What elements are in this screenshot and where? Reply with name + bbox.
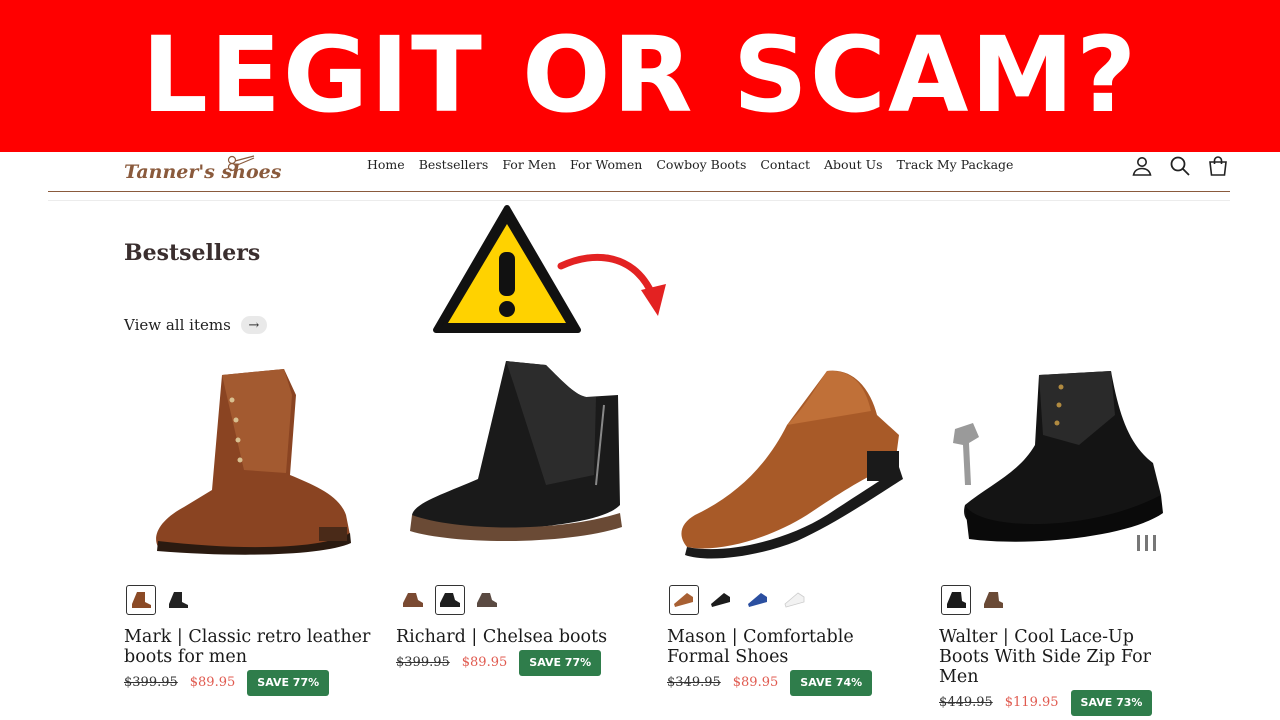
header-divider xyxy=(48,200,1230,201)
title-banner: LEGIT OR SCAM? xyxy=(0,0,1280,152)
banner-title: LEGIT OR SCAM? xyxy=(141,14,1139,136)
swatch-white[interactable] xyxy=(780,585,810,615)
discount-badge: SAVE 77% xyxy=(247,670,330,696)
sale-price: $119.95 xyxy=(1004,695,1059,710)
nav-for-men[interactable]: For Men xyxy=(502,157,556,172)
color-swatches xyxy=(941,585,1008,615)
original-price: $349.95 xyxy=(667,675,721,690)
view-all-link[interactable]: View all items → xyxy=(124,316,267,334)
swatch-black[interactable] xyxy=(163,585,193,615)
product-card[interactable]: Mason | Comfortable Formal Shoes $349.95… xyxy=(667,355,917,696)
price-row: $399.95 $89.95 SAVE 77% xyxy=(396,650,646,676)
product-card[interactable]: Richard | Chelsea boots $399.95 $89.95 S… xyxy=(396,355,646,676)
price-row: $449.95 $119.95 SAVE 73% xyxy=(939,690,1189,716)
product-image[interactable] xyxy=(939,355,1189,575)
nav-home[interactable]: Home xyxy=(367,157,405,172)
red-arrow-icon xyxy=(557,253,666,316)
swatch-black[interactable] xyxy=(435,585,465,615)
swatch-black[interactable] xyxy=(706,585,736,615)
section-title: Bestsellers xyxy=(124,240,261,266)
swatch-brown[interactable] xyxy=(398,585,428,615)
view-all-label: View all items xyxy=(124,316,231,334)
product-image[interactable] xyxy=(396,355,646,575)
main-nav: Home Bestsellers For Men For Women Cowbo… xyxy=(367,157,1013,172)
nav-bestsellers[interactable]: Bestsellers xyxy=(419,157,489,172)
arrow-right-icon[interactable]: → xyxy=(240,316,267,334)
nav-about-us[interactable]: About Us xyxy=(824,157,883,172)
original-price: $449.95 xyxy=(939,695,993,710)
nav-track-my-package[interactable]: Track My Package xyxy=(897,157,1014,172)
product-title[interactable]: Walter | Cool Lace-Up Boots With Side Zi… xyxy=(939,627,1189,687)
scissors-logo-icon xyxy=(227,155,255,172)
header-icons xyxy=(1130,154,1230,178)
product-image[interactable] xyxy=(667,355,917,575)
swatch-brown[interactable] xyxy=(126,585,156,615)
product-title[interactable]: Mason | Comfortable Formal Shoes xyxy=(667,627,917,667)
color-swatches xyxy=(669,585,810,615)
account-icon[interactable] xyxy=(1130,154,1154,178)
product-info: Richard | Chelsea boots $399.95 $89.95 S… xyxy=(396,627,646,676)
search-icon[interactable] xyxy=(1168,154,1192,178)
product-title[interactable]: Richard | Chelsea boots xyxy=(396,627,646,647)
discount-badge: SAVE 73% xyxy=(1070,690,1153,716)
sale-price: $89.95 xyxy=(461,655,508,670)
price-row: $349.95 $89.95 SAVE 74% xyxy=(667,670,917,696)
product-info: Mark | Classic retro leather boots for m… xyxy=(124,627,374,696)
product-title[interactable]: Mark | Classic retro leather boots for m… xyxy=(124,627,374,667)
color-swatches xyxy=(126,585,193,615)
cart-icon[interactable] xyxy=(1206,154,1230,178)
swatch-blue[interactable] xyxy=(743,585,773,615)
product-card[interactable]: Mark | Classic retro leather boots for m… xyxy=(124,355,374,696)
site-header: Tanner's shoes Home Bestsellers For Men … xyxy=(48,152,1230,192)
product-info: Mason | Comfortable Formal Shoes $349.95… xyxy=(667,627,917,696)
nav-for-women[interactable]: For Women xyxy=(570,157,642,172)
price-row: $399.95 $89.95 SAVE 77% xyxy=(124,670,374,696)
original-price: $399.95 xyxy=(396,655,450,670)
sale-price: $89.95 xyxy=(732,675,779,690)
original-price: $399.95 xyxy=(124,675,178,690)
swatch-tan[interactable] xyxy=(669,585,699,615)
product-info: Walter | Cool Lace-Up Boots With Side Zi… xyxy=(939,627,1189,716)
product-image[interactable] xyxy=(124,355,374,575)
color-swatches xyxy=(398,585,502,615)
product-card[interactable]: Walter | Cool Lace-Up Boots With Side Zi… xyxy=(939,355,1189,716)
sale-price: $89.95 xyxy=(189,675,236,690)
swatch-dark-brown[interactable] xyxy=(472,585,502,615)
swatch-brown[interactable] xyxy=(978,585,1008,615)
discount-badge: SAVE 74% xyxy=(790,670,873,696)
swatch-black[interactable] xyxy=(941,585,971,615)
nav-contact[interactable]: Contact xyxy=(760,157,810,172)
discount-badge: SAVE 77% xyxy=(519,650,602,676)
nav-cowboy-boots[interactable]: Cowboy Boots xyxy=(656,157,746,172)
